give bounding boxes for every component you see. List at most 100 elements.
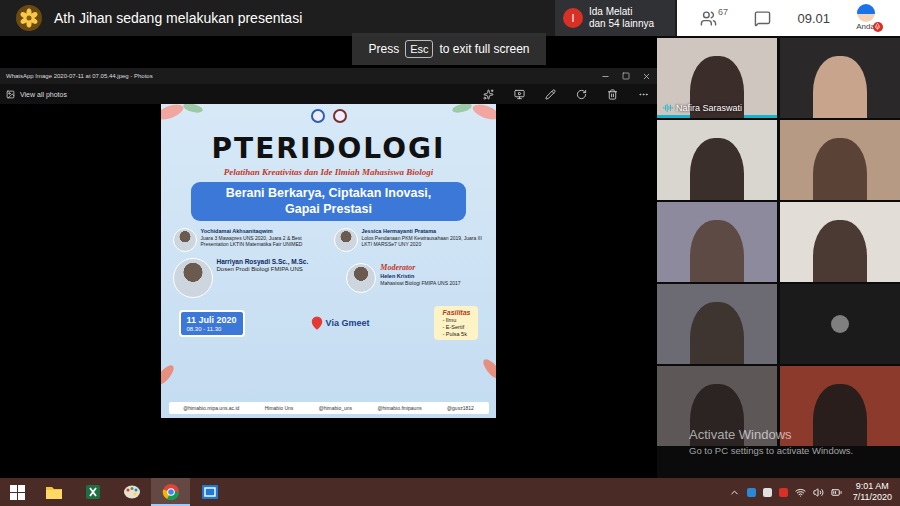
app-tray-icon xyxy=(779,488,788,497)
more-icon[interactable] xyxy=(638,89,649,100)
lecturer-info: Dosen Prodi Biologi FMIPA UNS xyxy=(217,266,309,273)
volume-icon[interactable] xyxy=(813,487,824,498)
leaf-decoration-icon xyxy=(442,104,496,140)
system-tray: 9:01 AM7/11/2020 xyxy=(729,481,900,504)
lecturer-photo xyxy=(173,258,213,298)
esc-key: Esc xyxy=(405,40,433,58)
taskbar-clock: 9:01 AM7/11/2020 xyxy=(849,481,892,504)
social-handle: @himabio.fmipauns xyxy=(377,405,421,411)
participant-tile[interactable] xyxy=(780,284,900,364)
social-handle: @gusz1812 xyxy=(447,405,474,411)
network-icon[interactable] xyxy=(795,487,806,498)
taskbar: 9:01 AM7/11/2020 xyxy=(0,478,900,506)
chrome-icon xyxy=(162,483,180,501)
poster-title: PTERIDOLOGI xyxy=(212,135,446,163)
top-bar: Ath Jihan sedang melakukan presentasi I Id… xyxy=(0,0,900,36)
participant-count: 67 xyxy=(718,7,728,17)
photos-toolbar: View all photos xyxy=(0,84,657,104)
windows-logo-icon xyxy=(10,485,25,500)
moderator-photo xyxy=(346,263,376,293)
taskbar-app[interactable] xyxy=(112,478,151,506)
leaf-decoration-icon xyxy=(161,350,193,400)
avatar-image xyxy=(857,4,875,22)
participant-tile[interactable] xyxy=(657,366,777,446)
taskbar-app[interactable] xyxy=(190,478,229,506)
people-icon xyxy=(700,10,717,27)
speaker-name: Yochidamai Akhsanitaqwim xyxy=(201,228,324,234)
participant-tile[interactable] xyxy=(780,120,900,200)
photos-title-bar: WhatsApp Image 2020-07-11 at 07.05.44.jp… xyxy=(0,68,657,84)
presentation-stage: WhatsApp Image 2020-07-11 at 07.05.44.jp… xyxy=(0,36,657,478)
chat-icon[interactable] xyxy=(754,10,771,27)
lecturer-name: Harriyan Rosyadi S.Sc., M.Sc. xyxy=(217,258,309,265)
speaking-icon xyxy=(663,103,673,113)
participant-tile[interactable] xyxy=(780,366,900,446)
join-notification: I Ida Melatidan 54 lainnya xyxy=(555,0,675,36)
battery-icon xyxy=(831,487,842,498)
photos-window: WhatsApp Image 2020-07-11 at 07.05.44.jp… xyxy=(0,68,657,418)
poster-tagline: Berani Berkarya, Ciptakan Inovasi, Gapai… xyxy=(191,182,466,221)
facility-item: - Ilmu xyxy=(442,317,470,323)
taskbar-app[interactable] xyxy=(73,478,112,506)
mic-icon xyxy=(874,23,881,30)
taskbar-app[interactable] xyxy=(151,478,190,506)
maximize-icon[interactable] xyxy=(622,72,630,80)
slideshow-icon[interactable] xyxy=(514,89,525,100)
file-explorer-icon xyxy=(45,484,63,500)
moderator-name: Helen Kristin xyxy=(380,273,460,279)
speaker-photo xyxy=(334,228,358,252)
chevron-up-icon[interactable] xyxy=(729,487,740,498)
participant-tile[interactable]: Nafira Saraswati xyxy=(657,38,777,118)
presentation-title: Ath Jihan sedang melakukan presentasi xyxy=(54,10,302,26)
start-button[interactable] xyxy=(0,478,34,506)
participant-tile[interactable] xyxy=(657,120,777,200)
social-handle: @himabio.mipa.uns.ac.id xyxy=(183,405,239,411)
leaf-decoration-icon xyxy=(464,344,496,394)
participant-tile[interactable] xyxy=(657,284,777,364)
event-date: 11 Juli 202008.30 - 11.30 xyxy=(179,310,245,337)
poster-footer: @himabio.mipa.uns.ac.id Himabio Uns @himab… xyxy=(169,402,489,414)
presenter-avatar xyxy=(16,5,42,31)
activation-watermark: Activate WindowsGo to PC settings to act… xyxy=(689,427,853,456)
speaker-info: Lolos Pendanaan PKM Kewirausahaan 2019, … xyxy=(362,235,485,247)
participant-grid: Nafira Saraswati xyxy=(657,36,900,478)
window-title: WhatsApp Image 2020-07-11 at 07.05.44.jp… xyxy=(6,73,593,79)
view-all-button[interactable]: View all photos xyxy=(20,91,478,98)
facilities: Fasilitas- Ilmu- E-Sertif- Pulsa 5k xyxy=(434,306,478,340)
fullscreen-hint: PressEscto exit full screen xyxy=(352,33,546,65)
social-handle: Himabio Uns xyxy=(265,405,294,411)
meeting-area: WhatsApp Image 2020-07-11 at 07.05.44.jp… xyxy=(0,36,900,478)
facility-item: - E-Sertif xyxy=(442,324,470,330)
excel-icon xyxy=(85,484,101,500)
poster-subtitle: Pelatihan Kreativitas dan Ide Ilmiah Mah… xyxy=(224,167,434,177)
flower-icon xyxy=(19,8,39,28)
speaker-info: Juara 3 Mawapres UNS 2020, Juara 2 & Bes… xyxy=(201,235,324,247)
leaf-decoration-icon xyxy=(161,104,215,140)
self-avatar[interactable]: Anda xyxy=(856,4,883,32)
mic-off-badge xyxy=(873,22,883,32)
meet-controls: 67 09.01 Anda xyxy=(677,0,900,36)
participant-tile[interactable] xyxy=(657,202,777,282)
participant-initial: I xyxy=(563,8,583,28)
photos-icon xyxy=(201,484,219,500)
moderator-label: Moderator xyxy=(380,263,460,272)
speaker: Yochidamai AkhsanitaqwimJuara 3 Mawapres… xyxy=(173,228,324,252)
taskbar-app[interactable] xyxy=(34,478,73,506)
people-button[interactable]: 67 xyxy=(700,10,728,27)
enhance-icon[interactable] xyxy=(483,89,494,100)
close-icon[interactable] xyxy=(642,72,651,81)
university-logo xyxy=(311,109,325,123)
app-tray-icon xyxy=(763,488,772,497)
meeting-clock: 09.01 xyxy=(797,11,830,26)
moderator-info: Mahasiswi Biologi FMIPA UNS 2017 xyxy=(380,280,460,286)
minimize-icon[interactable] xyxy=(601,72,610,81)
speaker-photo xyxy=(173,228,197,252)
delete-icon[interactable] xyxy=(607,89,618,100)
participant-name: Nafira Saraswati xyxy=(663,103,742,113)
notification-text: Ida Melatidan 54 lainnya xyxy=(589,6,654,31)
rotate-icon[interactable] xyxy=(576,89,587,100)
participant-tile[interactable] xyxy=(780,202,900,282)
edit-icon[interactable] xyxy=(545,89,556,100)
participant-tile[interactable] xyxy=(780,38,900,118)
image-viewer: PTERIDOLOGI Pelatihan Kreativitas dan Ide… xyxy=(0,104,657,418)
